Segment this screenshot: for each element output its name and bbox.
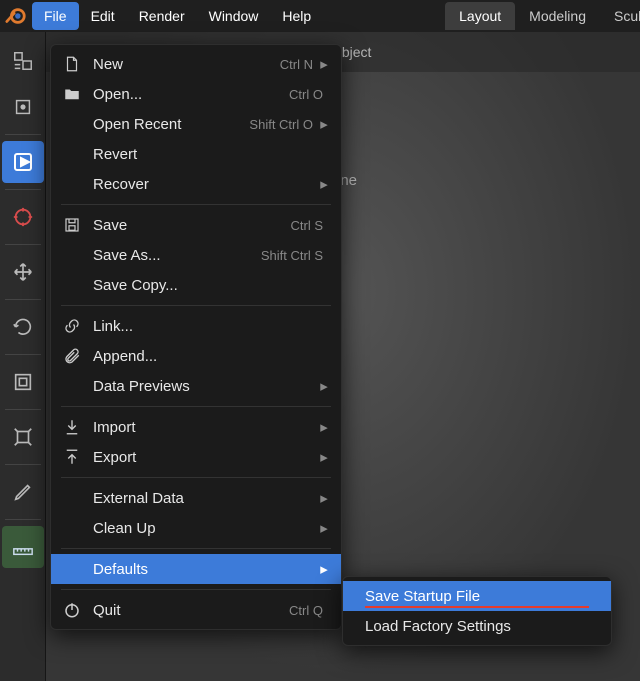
file-menu-item-save[interactable]: SaveCtrl S [51,210,341,240]
file-menu-item-defaults[interactable]: Defaults▸ [51,554,341,584]
menu-item-label: Save [93,217,291,234]
menu-item-label: Save As... [93,247,261,264]
menu-item-label: Save Startup File [365,588,599,605]
blender-logo-icon [0,0,32,32]
tool-snap-icon[interactable] [2,40,44,82]
topbar: File Edit Render Window Help Layout Mode… [0,0,640,32]
file-menu-item-clean-up[interactable]: Clean Up▸ [51,513,341,543]
attach-icon [61,345,83,367]
menu-item-label: External Data [93,490,319,507]
file-menu-item-save-as[interactable]: Save As...Shift Ctrl S [51,240,341,270]
menu-item-label: Revert [93,146,329,163]
defaults-item-save-startup-file[interactable]: Save Startup File [343,581,611,611]
file-menu-item-save-copy[interactable]: Save Copy... [51,270,341,300]
file-menu-item-open-recent[interactable]: Open RecentShift Ctrl O ▸ [51,109,341,139]
tool-annotate-icon[interactable] [2,471,44,513]
chevron-right-icon: ▸ [319,418,329,436]
file-menu-item-quit[interactable]: QuitCtrl Q [51,595,341,625]
menu-item-label: Open Recent [93,116,249,133]
file-menu-item-import[interactable]: Import▸ [51,412,341,442]
file-dropdown-menu: NewCtrl N▸Open...Ctrl OOpen RecentShift … [50,44,342,630]
menu-item-label: Import [93,419,319,436]
chevron-right-icon: ▸ [319,448,329,466]
menu-item-label: Save Copy... [93,277,329,294]
tool-rotate-icon[interactable] [2,306,44,348]
menu-item-label: Defaults [93,561,319,578]
file-menu-item-revert[interactable]: Revert [51,139,341,169]
menu-item-shortcut: Ctrl N [280,57,313,72]
tab-modeling[interactable]: Modeling [515,2,600,30]
folder-icon [61,83,83,105]
tool-select-icon[interactable] [2,86,44,128]
file-menu-item-new[interactable]: NewCtrl N ▸ [51,49,341,79]
file-menu-item-export[interactable]: Export▸ [51,442,341,472]
menu-item-label: Link... [93,318,329,335]
tool-scale-icon[interactable] [2,361,44,403]
menu-item-label: Data Previews [93,378,319,395]
file-menu-item-open[interactable]: Open...Ctrl O [51,79,341,109]
chevron-right-icon: ▸ [319,377,329,395]
chevron-right-icon: ▸ [319,519,329,537]
menu-item-label: Load Factory Settings [365,618,599,635]
menu-item-label: Clean Up [93,520,319,537]
menu-item-label: Append... [93,348,329,365]
menu-item-label: Quit [93,602,289,619]
chevron-right-icon: ▸ [319,489,329,507]
left-toolbar [0,32,46,681]
file-menu-item-data-previews[interactable]: Data Previews▸ [51,371,341,401]
tool-cursor-icon[interactable] [2,141,44,183]
tab-sculpting[interactable]: Scul [600,2,640,30]
chevron-right-icon: ▸ [319,55,329,73]
menu-item-shortcut: Ctrl S [291,218,324,233]
menu-item-shortcut: Ctrl Q [289,603,323,618]
export-icon [61,446,83,468]
menu-item-shortcut: Shift Ctrl O [249,117,313,132]
menu-render[interactable]: Render [127,2,197,30]
tab-layout[interactable]: Layout [445,2,515,30]
menu-help[interactable]: Help [270,2,323,30]
defaults-submenu: Save Startup File Load Factory Settings [342,576,612,646]
chevron-right-icon: ▸ [319,560,329,578]
file-icon [61,53,83,75]
chevron-right-icon: ▸ [319,115,329,133]
menu-item-shortcut: Ctrl O [289,87,323,102]
workspace-tabs: Layout Modeling Scul [445,2,640,30]
file-menu-item-append[interactable]: Append... [51,341,341,371]
power-icon [61,599,83,621]
tool-transform-icon[interactable] [2,416,44,458]
menu-item-label: Open... [93,86,289,103]
chevron-right-icon: ▸ [319,175,329,193]
save-icon [61,214,83,236]
defaults-item-load-factory-settings[interactable]: Load Factory Settings [343,611,611,641]
menu-item-label: New [93,56,280,73]
menu-item-label: Recover [93,176,319,193]
file-menu-item-recover[interactable]: Recover▸ [51,169,341,199]
import-icon [61,416,83,438]
tool-target-icon[interactable] [2,196,44,238]
file-menu-item-external-data[interactable]: External Data▸ [51,483,341,513]
menu-file[interactable]: File [32,2,79,30]
menu-item-shortcut: Shift Ctrl S [261,248,323,263]
tool-move-icon[interactable] [2,251,44,293]
file-menu-item-link[interactable]: Link... [51,311,341,341]
link-icon [61,315,83,337]
menu-edit[interactable]: Edit [79,2,127,30]
menu-item-label: Export [93,449,319,466]
menu-window[interactable]: Window [197,2,271,30]
tool-measure-icon[interactable] [2,526,44,568]
